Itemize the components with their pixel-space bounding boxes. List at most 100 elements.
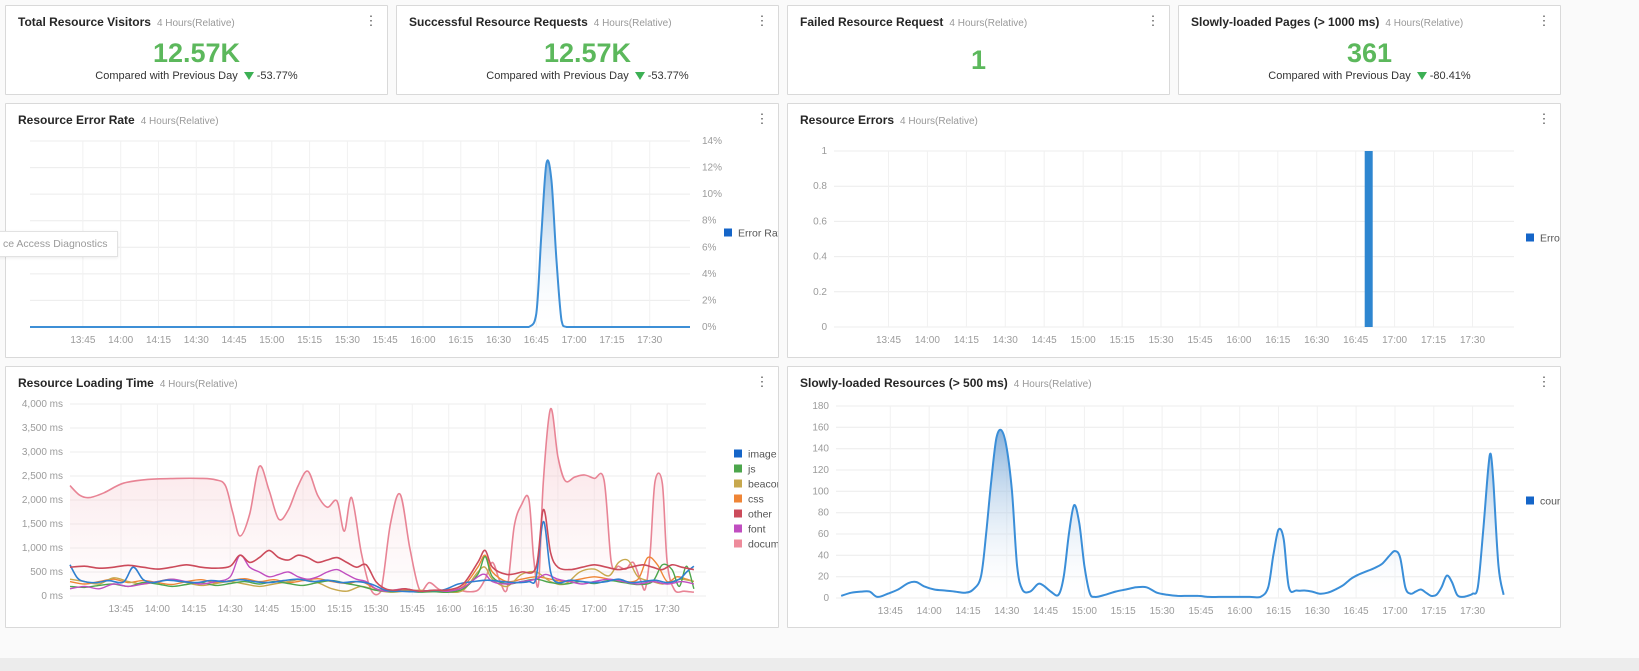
kpi-row: Total Resource Visitors 4 Hours(Relative)… xyxy=(5,5,1570,95)
svg-text:180: 180 xyxy=(812,401,829,412)
svg-text:10%: 10% xyxy=(702,189,722,200)
legend-item-beacon[interactable]: beacon xyxy=(734,479,783,491)
svg-text:16:15: 16:15 xyxy=(1265,335,1290,346)
card-title: Failed Resource Request xyxy=(800,15,944,29)
svg-text:font: font xyxy=(748,524,766,536)
kebab-menu-icon[interactable]: ⋮ xyxy=(754,373,770,391)
delta-value: -53.77% xyxy=(256,70,298,83)
svg-text:15:45: 15:45 xyxy=(400,604,425,615)
svg-text:17:00: 17:00 xyxy=(582,604,607,615)
svg-text:17:00: 17:00 xyxy=(1382,335,1407,346)
chart-canvas: 0 ms 500 ms 1,000 ms 1,500 ms 2,000 ms 2,500 … xyxy=(22,399,794,615)
svg-text:0: 0 xyxy=(823,593,829,604)
series-marks xyxy=(29,159,690,329)
legend-item-count[interactable]: count xyxy=(1526,496,1566,508)
svg-text:160: 160 xyxy=(812,422,829,433)
area-count xyxy=(841,429,1504,598)
legend: Errors xyxy=(1526,233,1569,245)
card-period: 4 Hours(Relative) xyxy=(949,18,1028,29)
gridlines xyxy=(836,405,1514,599)
svg-text:16:00: 16:00 xyxy=(1227,606,1252,617)
delta-value: -80.41% xyxy=(1429,70,1471,83)
svg-text:15:30: 15:30 xyxy=(1148,335,1173,346)
svg-text:80: 80 xyxy=(818,508,830,519)
kebab-menu-icon[interactable]: ⋮ xyxy=(1536,110,1552,128)
svg-text:140: 140 xyxy=(812,444,829,455)
svg-text:15:15: 15:15 xyxy=(1111,606,1136,617)
legend-item-other[interactable]: other xyxy=(734,509,772,521)
legend-item-js[interactable]: js xyxy=(734,464,756,476)
svg-text:1: 1 xyxy=(821,146,827,157)
card-title: Total Resource Visitors xyxy=(18,15,151,29)
footer-strip xyxy=(0,658,1639,671)
svg-text:17:30: 17:30 xyxy=(1460,335,1485,346)
svg-text:60: 60 xyxy=(818,529,830,540)
svg-text:120: 120 xyxy=(812,465,829,476)
svg-text:40: 40 xyxy=(818,550,830,561)
kebab-menu-icon[interactable]: ⋮ xyxy=(1536,373,1552,391)
svg-text:500 ms: 500 ms xyxy=(30,567,63,578)
svg-text:16:15: 16:15 xyxy=(448,335,473,346)
card-period: 4 Hours(Relative) xyxy=(593,18,672,29)
legend-item-Errors[interactable]: Errors xyxy=(1526,233,1569,245)
bar-Errors xyxy=(1364,151,1373,327)
kpi-body: 361 Compared with Previous Day -80.41% xyxy=(1179,31,1560,94)
gridlines xyxy=(834,150,1514,328)
svg-text:other: other xyxy=(748,509,772,521)
compare-label: Compared with Previous Day xyxy=(1268,70,1411,83)
kebab-menu-icon[interactable]: ⋮ xyxy=(1536,12,1552,30)
kebab-menu-icon[interactable]: ⋮ xyxy=(1145,12,1161,30)
card-header: Resource Error Rate 4 Hours(Relative) xyxy=(6,104,778,129)
chart-resource-error-rate: 0% 2% 4% 6% 8% 10% 12% 14% 13:45 14:00 14:15 14:30 1… xyxy=(6,129,787,360)
card-header: Failed Resource Request 4 Hours(Relative) xyxy=(788,6,1169,31)
dashboard: Total Resource Visitors 4 Hours(Relative)… xyxy=(0,0,1575,641)
charts-row-2: Resource Loading Time 4 Hours(Relative) ⋮… xyxy=(5,366,1570,628)
card-period: 4 Hours(Relative) xyxy=(1385,18,1464,29)
svg-text:3,000 ms: 3,000 ms xyxy=(22,447,63,458)
svg-text:13:45: 13:45 xyxy=(876,335,901,346)
svg-text:16:45: 16:45 xyxy=(1344,606,1369,617)
svg-text:3,500 ms: 3,500 ms xyxy=(22,423,63,434)
svg-text:12%: 12% xyxy=(702,163,722,174)
down-triangle-icon xyxy=(634,72,645,81)
svg-text:17:15: 17:15 xyxy=(599,335,624,346)
chart-resource-loading-time: 0 ms 500 ms 1,000 ms 1,500 ms 2,000 ms 2,500 … xyxy=(6,392,794,631)
svg-text:16:00: 16:00 xyxy=(410,335,435,346)
svg-text:17:30: 17:30 xyxy=(1460,606,1485,617)
series-Error Rate xyxy=(29,159,690,329)
kebab-menu-icon[interactable]: ⋮ xyxy=(754,110,770,128)
kebab-menu-icon[interactable]: ⋮ xyxy=(754,12,770,30)
svg-text:2,500 ms: 2,500 ms xyxy=(22,471,63,482)
legend-item-document[interactable]: document xyxy=(734,539,794,551)
card-header: Resource Errors 4 Hours(Relative) xyxy=(788,104,1560,129)
card-period: 4 Hours(Relative) xyxy=(1013,379,1092,390)
svg-text:16:30: 16:30 xyxy=(509,604,534,615)
svg-text:Error Rate: Error Rate xyxy=(738,228,778,240)
svg-text:15:45: 15:45 xyxy=(1187,335,1212,346)
card-title: Slowly-loaded Pages (> 1000 ms) xyxy=(1191,15,1380,29)
svg-text:14:00: 14:00 xyxy=(145,604,170,615)
svg-text:16:45: 16:45 xyxy=(1343,335,1368,346)
svg-text:15:15: 15:15 xyxy=(1110,335,1135,346)
svg-text:100: 100 xyxy=(812,486,829,497)
legend-item-image[interactable]: image xyxy=(734,449,777,461)
card-title: Resource Errors xyxy=(800,113,895,127)
svg-text:16:15: 16:15 xyxy=(1266,606,1291,617)
compare-label: Compared with Previous Day xyxy=(486,70,629,83)
legend-item-Error Rate[interactable]: Error Rate xyxy=(724,228,787,240)
svg-text:13:45: 13:45 xyxy=(878,606,903,617)
svg-text:document: document xyxy=(748,539,778,551)
svg-text:count: count xyxy=(1540,496,1560,508)
svg-text:15:15: 15:15 xyxy=(297,335,322,346)
legend-item-font[interactable]: font xyxy=(734,524,766,536)
card-title: Successful Resource Requests xyxy=(409,15,588,29)
svg-text:15:00: 15:00 xyxy=(290,604,315,615)
svg-text:0.2: 0.2 xyxy=(813,287,827,298)
legend-item-css[interactable]: css xyxy=(734,494,764,506)
svg-text:css: css xyxy=(748,494,764,506)
svg-text:16:00: 16:00 xyxy=(1226,335,1251,346)
svg-text:14:45: 14:45 xyxy=(1033,606,1058,617)
card-title: Resource Loading Time xyxy=(18,376,154,390)
kebab-menu-icon[interactable]: ⋮ xyxy=(363,12,379,30)
svg-text:14:15: 14:15 xyxy=(954,335,979,346)
